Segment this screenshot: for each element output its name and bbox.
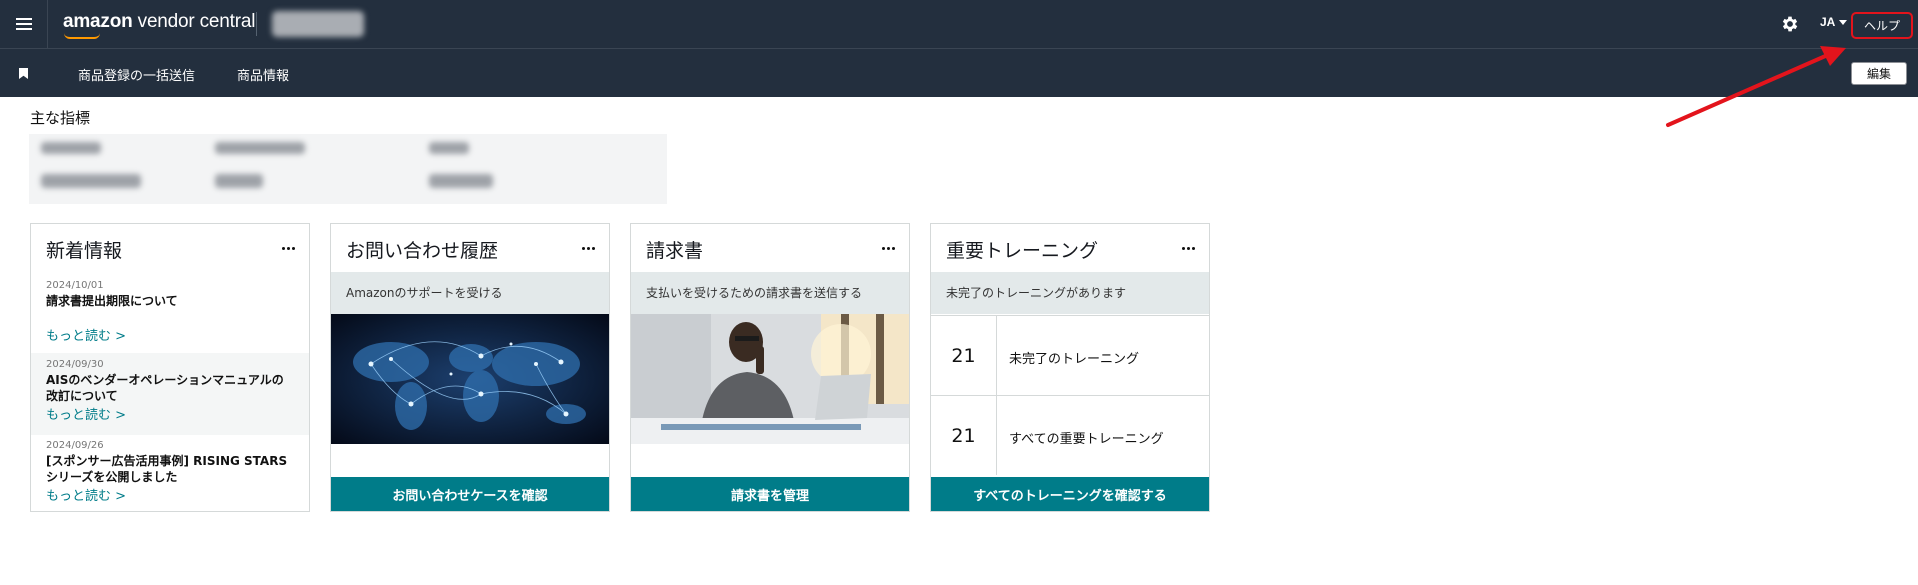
news-headline: [スポンサー広告活用事例] RISING STARS シリーズを公開しました <box>46 454 288 484</box>
world-network-image <box>331 314 609 444</box>
logo-brand: amazon <box>63 11 133 32</box>
help-button[interactable]: ヘルプ <box>1851 12 1913 39</box>
logo-smile-icon <box>64 33 100 39</box>
news-item: 2024/09/26 [スポンサー広告活用事例] RISING STARS シリ… <box>31 440 309 504</box>
metric-label-redacted <box>41 142 101 154</box>
card-title: お問い合わせ履歴 <box>346 240 499 262</box>
bookmark-link-product-info[interactable]: 商品情報 <box>237 65 289 84</box>
news-date: 2024/09/26 <box>46 440 104 451</box>
bookmark-bar: 商品登録の一括送信 商品情報 編集 <box>0 48 1918 97</box>
more-options-icon[interactable] <box>580 245 597 252</box>
read-more-link[interactable]: もっと読む > <box>46 485 294 504</box>
top-navigation-bar: amazon vendor central JA ヘルプ <box>0 0 1918 48</box>
metric-value-redacted <box>41 174 141 188</box>
news-item: 2024/09/30 AISのベンダーオペレーションマニュアルの改訂について も… <box>31 353 309 435</box>
card-subtitle: 支払いを受けるための請求書を送信する <box>631 272 909 314</box>
annotation-arrow-icon <box>1666 46 1846 127</box>
more-options-icon[interactable] <box>1180 245 1197 252</box>
metric-value-redacted <box>215 174 263 188</box>
critical-training-card: 重要トレーニング 未完了のトレーニングがあります 21 未完了のトレーニング 2… <box>930 223 1210 512</box>
language-label: JA <box>1820 15 1836 29</box>
view-cases-button[interactable]: お問い合わせケースを確認 <box>331 477 609 511</box>
logo-product: vendor central <box>137 11 256 32</box>
more-options-icon[interactable] <box>880 245 897 252</box>
language-selector[interactable]: JA <box>1820 15 1848 29</box>
news-date: 2024/10/01 <box>46 280 104 291</box>
bookmark-icon[interactable] <box>19 68 28 79</box>
office-person-image <box>631 314 909 444</box>
metric-value-redacted <box>429 174 493 188</box>
training-count: 21 <box>931 316 997 395</box>
account-switcher-redacted[interactable] <box>272 11 364 37</box>
chevron-down-icon <box>1839 19 1848 25</box>
divider <box>256 12 257 36</box>
card-title: 請求書 <box>646 240 704 262</box>
invoices-card: 請求書 支払いを受けるための請求書を送信する 請求書を管理 <box>630 223 910 512</box>
vendor-central-logo[interactable]: amazon vendor central <box>63 11 255 33</box>
metric-label-redacted <box>429 142 469 154</box>
manage-invoices-button[interactable]: 請求書を管理 <box>631 477 909 511</box>
case-history-card: お問い合わせ履歴 Amazonのサポートを受ける お問い合わせケースを確認 <box>330 223 610 512</box>
key-metrics-panel-redacted <box>29 134 667 204</box>
metric-label-redacted <box>215 142 305 154</box>
read-more-link[interactable]: もっと読む > <box>46 325 294 344</box>
news-headline: 請求書提出期限について <box>46 294 178 308</box>
training-label[interactable]: すべての重要トレーニング <box>1009 428 1164 447</box>
news-item: 2024/10/01 請求書提出期限について もっと読む > <box>31 280 309 344</box>
card-subtitle: Amazonのサポートを受ける <box>331 272 609 314</box>
training-row-all[interactable]: 21 すべての重要トレーニング <box>931 395 1209 475</box>
bookmark-link-bulk-upload[interactable]: 商品登録の一括送信 <box>78 65 195 84</box>
training-row-incomplete[interactable]: 21 未完了のトレーニング <box>931 315 1209 395</box>
news-card: 新着情報 2024/10/01 請求書提出期限について もっと読む > 2024… <box>30 223 310 512</box>
view-all-training-button[interactable]: すべてのトレーニングを確認する <box>931 477 1209 511</box>
more-options-icon[interactable] <box>280 245 297 252</box>
hamburger-menu-button[interactable] <box>0 0 48 48</box>
card-title: 重要トレーニング <box>946 240 1099 262</box>
news-date: 2024/09/30 <box>46 359 104 370</box>
card-title: 新着情報 <box>46 240 123 262</box>
settings-gear-icon[interactable] <box>1780 14 1800 34</box>
read-more-link[interactable]: もっと読む > <box>46 404 294 423</box>
key-metrics-title: 主な指標 <box>30 109 91 127</box>
menu-icon <box>15 18 32 30</box>
training-count: 21 <box>931 396 997 475</box>
card-subtitle: 未完了のトレーニングがあります <box>931 272 1209 314</box>
news-headline: AISのベンダーオペレーションマニュアルの改訂について <box>46 373 284 403</box>
training-label[interactable]: 未完了のトレーニング <box>1009 348 1139 367</box>
